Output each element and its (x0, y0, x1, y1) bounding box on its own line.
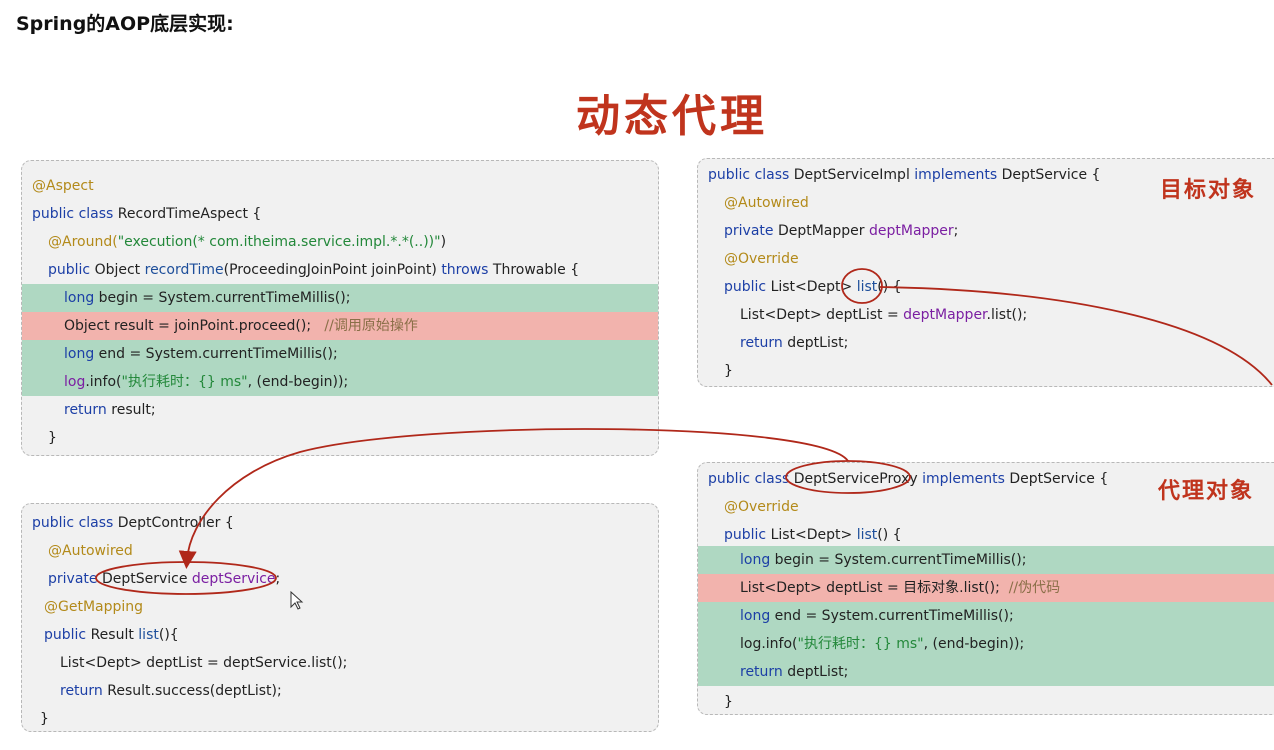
code-line: @GetMapping (44, 599, 144, 615)
code-line: } (40, 711, 49, 727)
code-line: @Override (724, 251, 799, 267)
code-line-highlight: Object result = joinPoint.proceed(); //调… (22, 312, 658, 340)
code-line-highlight: long end = System.currentTimeMillis(); (22, 340, 658, 368)
code-line: public List<Dept> list() { (724, 527, 902, 543)
code-line: } (48, 430, 57, 446)
code-line-highlight: log.info("执行耗时：{} ms", (end-begin)); (22, 368, 658, 396)
code-line: } (724, 363, 733, 379)
code-line-highlight: long begin = System.currentTimeMillis(); (22, 284, 658, 312)
code-line: public Object recordTime(ProceedingJoinP… (48, 262, 580, 278)
aspect-code-box: @Aspect public class RecordTimeAspect { … (21, 160, 659, 456)
code-line: @Around("execution(* com.itheima.service… (48, 234, 447, 250)
code-line: List<Dept> deptList = deptService.list()… (60, 655, 348, 671)
controller-code-box: public class DeptController { @Autowired… (21, 503, 659, 732)
page-heading: Spring的AOP底层实现: (16, 13, 234, 35)
code-line-highlight: long end = System.currentTimeMillis(); (698, 602, 1274, 630)
code-line: @Autowired (48, 543, 133, 559)
code-line: return result; (64, 402, 156, 418)
code-line: public class RecordTimeAspect { (32, 206, 262, 222)
target-object-label: 目标对象 (1160, 177, 1257, 203)
code-line: private DeptService deptService; (48, 571, 281, 587)
code-line: return deptList; (740, 335, 849, 351)
diagram-title: 动态代理 (576, 91, 768, 142)
code-line: public class DeptController { (32, 515, 234, 531)
code-line: public Result list(){ (44, 627, 179, 643)
proxy-object-label: 代理对象 (1158, 478, 1255, 504)
code-line: return Result.success(deptList); (60, 683, 282, 699)
code-line-highlight: long begin = System.currentTimeMillis(); (698, 546, 1274, 574)
code-line: public List<Dept> list() { (724, 279, 902, 295)
code-line: } (724, 694, 733, 710)
code-line-highlight: return deptList; (698, 658, 1274, 686)
code-line-highlight: List<Dept> deptList = 目标对象.list(); //伪代码 (698, 574, 1274, 602)
code-line: List<Dept> deptList = deptMapper.list(); (740, 307, 1028, 323)
code-line: @Aspect (32, 178, 94, 194)
code-line: private DeptMapper deptMapper; (724, 223, 959, 239)
code-line-highlight: log.info("执行耗时：{} ms", (end-begin)); (698, 630, 1274, 658)
